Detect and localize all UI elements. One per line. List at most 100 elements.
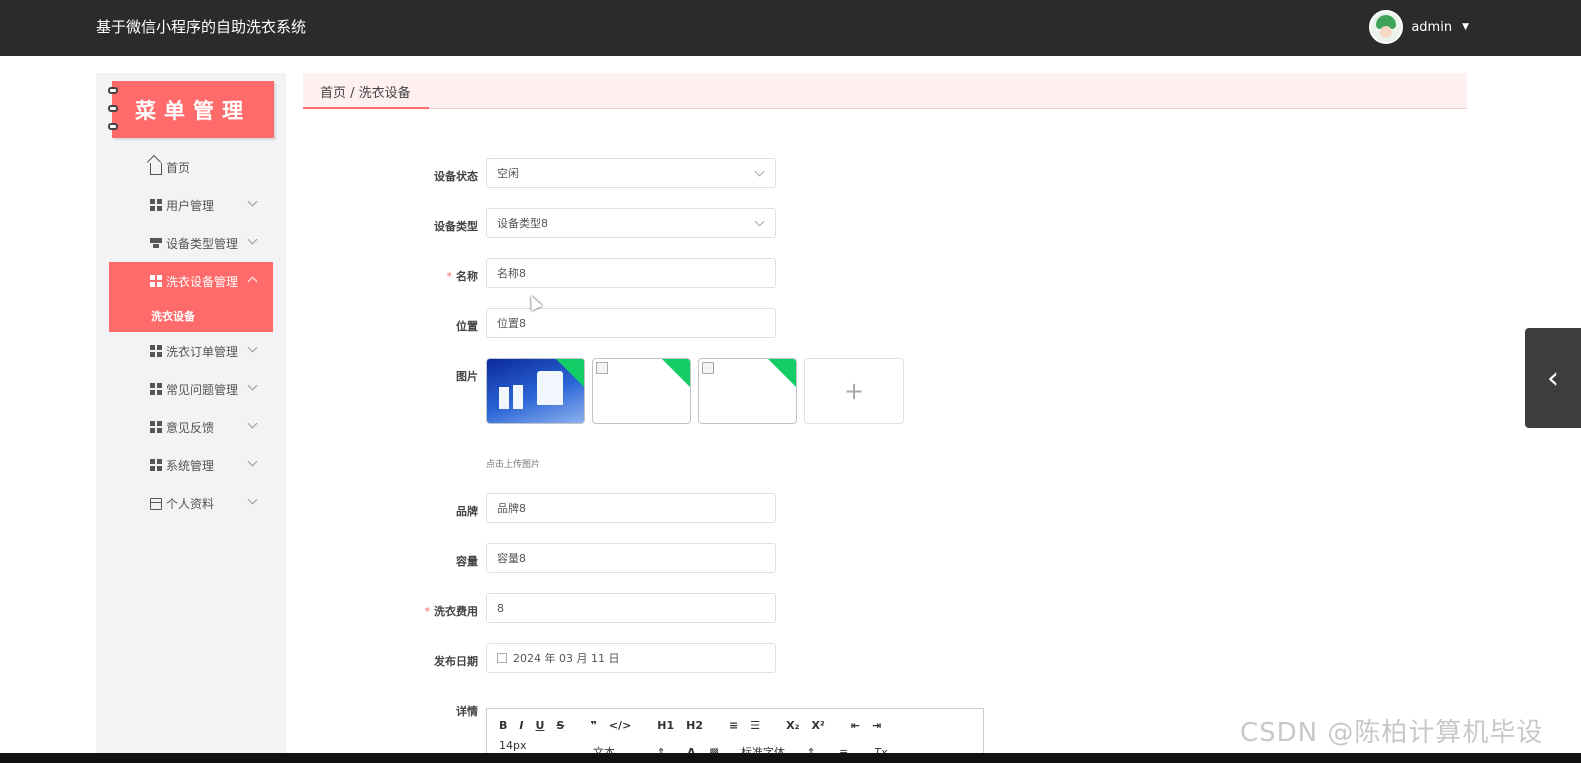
upload-tip: 点击上传图片 (486, 460, 541, 470)
italic-button[interactable]: I (519, 719, 523, 732)
sidebar-menu: 首页 用户管理 设备类型管理 洗衣设备管理 洗衣设备 洗衣订单管理 常见问题管理 (96, 148, 286, 522)
required-mark: * (446, 270, 453, 283)
detail-label: 详情 (456, 705, 478, 718)
brand-label: 品牌 (456, 505, 478, 518)
header1-button[interactable]: H1 (657, 719, 674, 732)
name-input[interactable]: 名称8 (486, 258, 776, 288)
bold-button[interactable]: B (499, 719, 507, 732)
breadcrumb-active-underline (303, 107, 429, 109)
date-value: 2024 年 03 月 11 日 (513, 652, 620, 665)
user-menu[interactable]: admin ▼ (1369, 10, 1469, 44)
chevron-down-icon (247, 234, 258, 245)
strike-button[interactable]: S (556, 719, 564, 732)
fee-input[interactable]: 8 (486, 593, 776, 623)
sidebar: 菜单管理 首页 用户管理 设备类型管理 洗衣设备管理 洗衣设备 洗衣订单管理 常… (96, 73, 286, 763)
username[interactable]: admin (1411, 20, 1452, 35)
spiral-ring-icon (108, 123, 118, 130)
sidebar-item-label: 系统管理 (166, 458, 215, 473)
towel-shape (499, 387, 509, 409)
indent-button[interactable]: ⇥ (872, 719, 881, 732)
sidebar-item-washing-devices[interactable]: 洗衣设备管理 (109, 262, 273, 300)
spiral-ring-icon (108, 87, 118, 94)
sidebar-item-label: 用户管理 (166, 198, 215, 213)
fee-label-text: 洗衣费用 (434, 605, 478, 618)
breadcrumb: 首页 / 洗衣设备 (303, 73, 1467, 109)
editor-toolbar-row: B I U S ❞ </> H1 H2 ≡ ☰ X₂ X² ⇤ ⇥ (499, 719, 893, 732)
brand-input[interactable]: 品牌8 (486, 493, 776, 523)
top-bar: 基于微信小程序的自助洗衣系统 admin ▼ (0, 0, 1581, 56)
sidebar-item-profile[interactable]: 个人资料 (96, 484, 286, 522)
grid-icon (150, 275, 162, 287)
logo-text: 菜单管理 (135, 98, 251, 123)
sidebar-item-system[interactable]: 系统管理 (96, 446, 286, 484)
ordered-list-button[interactable]: ≡ (729, 719, 738, 732)
breadcrumb-text[interactable]: 首页 / 洗衣设备 (320, 82, 411, 101)
code-block-button[interactable]: </> (609, 719, 631, 732)
status-value: 空闲 (497, 167, 519, 180)
broken-image-icon (702, 362, 714, 374)
capacity-label: 容量 (456, 555, 478, 568)
caret-down-icon[interactable]: ▼ (1462, 22, 1469, 32)
upload-image-button[interactable]: + (804, 358, 904, 424)
required-mark: * (424, 605, 431, 618)
underline-button[interactable]: U (535, 719, 544, 732)
bullet-list-button[interactable]: ☰ (750, 719, 760, 732)
chevron-left-icon: ‹ (1547, 360, 1559, 396)
sidebar-item-orders[interactable]: 洗衣订单管理 (96, 332, 286, 370)
brand-value: 品牌8 (497, 502, 526, 515)
sidebar-item-label: 洗衣设备管理 (166, 274, 239, 289)
sidebar-item-label: 洗衣订单管理 (166, 344, 239, 359)
bottom-edge (0, 753, 1581, 763)
image-thumbnail[interactable] (592, 358, 691, 424)
image-thumbnail[interactable] (698, 358, 797, 424)
header2-button[interactable]: H2 (686, 719, 703, 732)
grid-icon (150, 345, 162, 357)
fee-value: 8 (497, 601, 504, 615)
status-select[interactable]: 空闲 (486, 158, 776, 188)
grid-icon (150, 199, 162, 211)
status-label: 设备状态 (434, 170, 478, 183)
chevron-down-icon (247, 196, 258, 207)
grid-icon (150, 421, 162, 433)
location-label: 位置 (456, 320, 478, 333)
avatar[interactable] (1369, 10, 1404, 44)
chevron-down-icon (247, 342, 258, 353)
image-label: 图片 (456, 370, 478, 383)
image-thumbnail[interactable] (486, 358, 585, 424)
location-input[interactable]: 位置8 (486, 308, 776, 338)
sidebar-item-users[interactable]: 用户管理 (96, 186, 286, 224)
sidebar-item-label: 个人资料 (166, 496, 215, 511)
chevron-down-icon (247, 380, 258, 391)
grid-icon (150, 459, 162, 471)
subscript-button[interactable]: X₂ (786, 719, 799, 732)
submenu-item-washing-device[interactable]: 洗衣设备 (109, 300, 273, 332)
chevron-down-icon (247, 494, 258, 505)
superscript-button[interactable]: X² (811, 719, 824, 732)
plus-icon: + (843, 377, 865, 405)
shirt-shape (537, 371, 563, 405)
side-panel-toggle[interactable]: ‹ (1525, 328, 1581, 428)
grid-icon (150, 383, 162, 395)
chevron-down-icon (247, 418, 258, 429)
type-select[interactable]: 设备类型8 (486, 208, 776, 238)
type-value: 设备类型8 (497, 217, 548, 230)
sidebar-item-label: 首页 (166, 160, 191, 175)
sidebar-item-faq[interactable]: 常见问题管理 (96, 370, 286, 408)
name-label-text: 名称 (456, 270, 478, 283)
chevron-down-icon (247, 456, 258, 467)
capacity-input[interactable]: 容量8 (486, 543, 776, 573)
watermark: CSDN @陈柏计算机毕设 (1240, 718, 1544, 748)
name-value: 名称8 (497, 267, 526, 280)
card-icon (150, 498, 162, 510)
date-picker[interactable]: 2024 年 03 月 11 日 (486, 643, 776, 673)
type-label: 设备类型 (434, 220, 478, 233)
location-value: 位置8 (497, 317, 526, 330)
blockquote-button[interactable]: ❞ (590, 719, 596, 732)
sidebar-item-feedback[interactable]: 意见反馈 (96, 408, 286, 446)
stack-icon (150, 237, 162, 249)
sidebar-item-home[interactable]: 首页 (96, 148, 286, 186)
sidebar-item-device-types[interactable]: 设备类型管理 (96, 224, 286, 262)
towel-shape (513, 385, 523, 409)
sidebar-item-label: 设备类型管理 (166, 236, 239, 251)
outdent-button[interactable]: ⇤ (851, 719, 860, 732)
